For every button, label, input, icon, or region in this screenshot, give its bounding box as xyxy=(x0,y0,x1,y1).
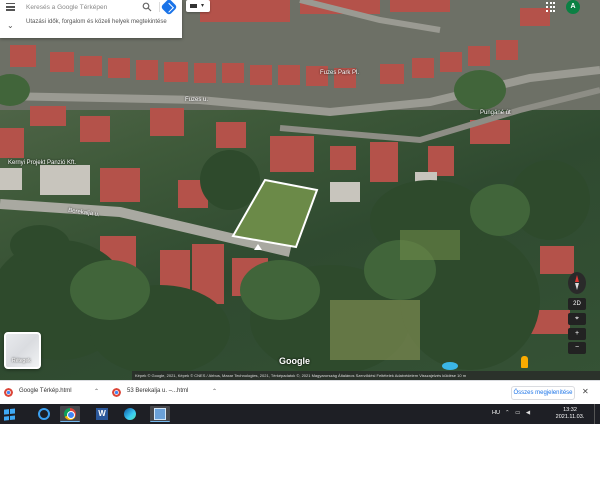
screen: Berekalja u. Fuzes u. Kernyi Projekt Pan… xyxy=(0,0,600,480)
download-filename: Google Térkép.html xyxy=(19,388,72,394)
directions-icon[interactable] xyxy=(160,0,178,16)
taskbar-word[interactable]: W xyxy=(92,406,112,422)
pegman-icon[interactable] xyxy=(521,356,528,368)
download-bar: Google Térkép.html ⌃ 53 Berekalja u. –..… xyxy=(0,380,600,404)
search-icon[interactable] xyxy=(142,2,152,12)
taskbar-edge[interactable] xyxy=(120,406,140,422)
zoom-in-button[interactable]: + xyxy=(568,328,586,340)
account-avatar[interactable]: A xyxy=(566,0,580,14)
caret-up-icon[interactable]: ⌃ xyxy=(212,388,217,395)
download-item[interactable]: 53 Berekalja u. –...html ⌃ xyxy=(112,384,224,402)
suggestion-text: Utazási idők, forgalom és közeli helyek … xyxy=(26,19,167,25)
show-desktop-button[interactable] xyxy=(594,404,600,424)
map-type-icon xyxy=(190,4,197,8)
taskbar-photos[interactable] xyxy=(150,406,170,422)
travel-suggestion[interactable]: ⌄ Utazási idők, forgalom és közeli helye… xyxy=(0,16,182,38)
chrome-icon xyxy=(64,408,76,420)
my-location-icon[interactable]: ⌖ xyxy=(568,313,586,325)
chrome-file-icon xyxy=(4,388,13,397)
caret-down-icon: ▾ xyxy=(201,3,205,9)
download-item[interactable]: Google Térkép.html ⌃ xyxy=(4,384,104,402)
map-type-toggle[interactable]: ▾ xyxy=(186,0,210,12)
system-tray-icons[interactable]: ⌃ ▭ ◀ xyxy=(505,410,532,416)
show-all-downloads-button[interactable]: Összes megjelenítése xyxy=(511,386,575,400)
layers-button[interactable]: Rétegek xyxy=(4,332,41,369)
language-indicator[interactable]: HU xyxy=(492,410,500,416)
chrome-file-icon xyxy=(112,388,121,397)
taskbar-clock[interactable]: 13:32 2021.11.03. xyxy=(553,407,587,421)
divider xyxy=(159,2,160,12)
taskbar-chrome[interactable] xyxy=(60,406,80,422)
search-input[interactable] xyxy=(26,1,138,13)
satellite-map[interactable]: Berekalja u. Fuzes u. Kernyi Projekt Pan… xyxy=(0,0,600,380)
compass-icon[interactable] xyxy=(568,272,586,294)
satellite-imagery xyxy=(0,0,600,375)
internet-explorer-icon xyxy=(38,408,50,420)
place-label[interactable]: Kernyi Projekt Panzió Kft. xyxy=(8,160,76,166)
clock-date: 2021.11.03. xyxy=(555,414,585,420)
blank-area xyxy=(0,424,600,480)
place-label[interactable]: Pungáné út xyxy=(480,110,511,116)
word-icon: W xyxy=(96,408,108,420)
tilt-2d-button[interactable]: 2D xyxy=(568,298,586,310)
download-filename: 53 Berekalja u. –...html xyxy=(127,388,189,394)
windows-taskbar: W HU ⌃ ▭ ◀ 13:32 2021.11.03. xyxy=(0,404,600,424)
hamburger-menu-icon[interactable] xyxy=(6,3,15,11)
start-button[interactable] xyxy=(0,406,20,422)
search-row xyxy=(0,0,182,16)
apps-grid-icon[interactable] xyxy=(546,2,556,12)
edge-icon xyxy=(124,408,136,420)
photos-icon xyxy=(154,408,166,420)
search-panel: ⌄ Utazási idők, forgalom és közeli helye… xyxy=(0,0,182,38)
attribution-bar: Képek © Google, 2021, Képek © CNES / Air… xyxy=(132,371,600,380)
road-label: Fuzes u. xyxy=(185,97,209,103)
clock-time: 13:32 xyxy=(563,407,577,413)
windows-logo-icon xyxy=(4,408,16,421)
caret-up-icon[interactable]: ⌃ xyxy=(94,388,99,395)
zoom-out-button[interactable]: − xyxy=(568,342,586,354)
layers-label: Rétegek xyxy=(12,358,31,364)
taskbar-internet-explorer[interactable] xyxy=(34,406,54,422)
google-logo: Google xyxy=(279,356,310,366)
chevron-down-icon: ⌄ xyxy=(7,21,14,30)
close-icon[interactable]: ✕ xyxy=(582,387,589,396)
place-label[interactable]: Fuzes Park Pl. xyxy=(320,70,359,76)
